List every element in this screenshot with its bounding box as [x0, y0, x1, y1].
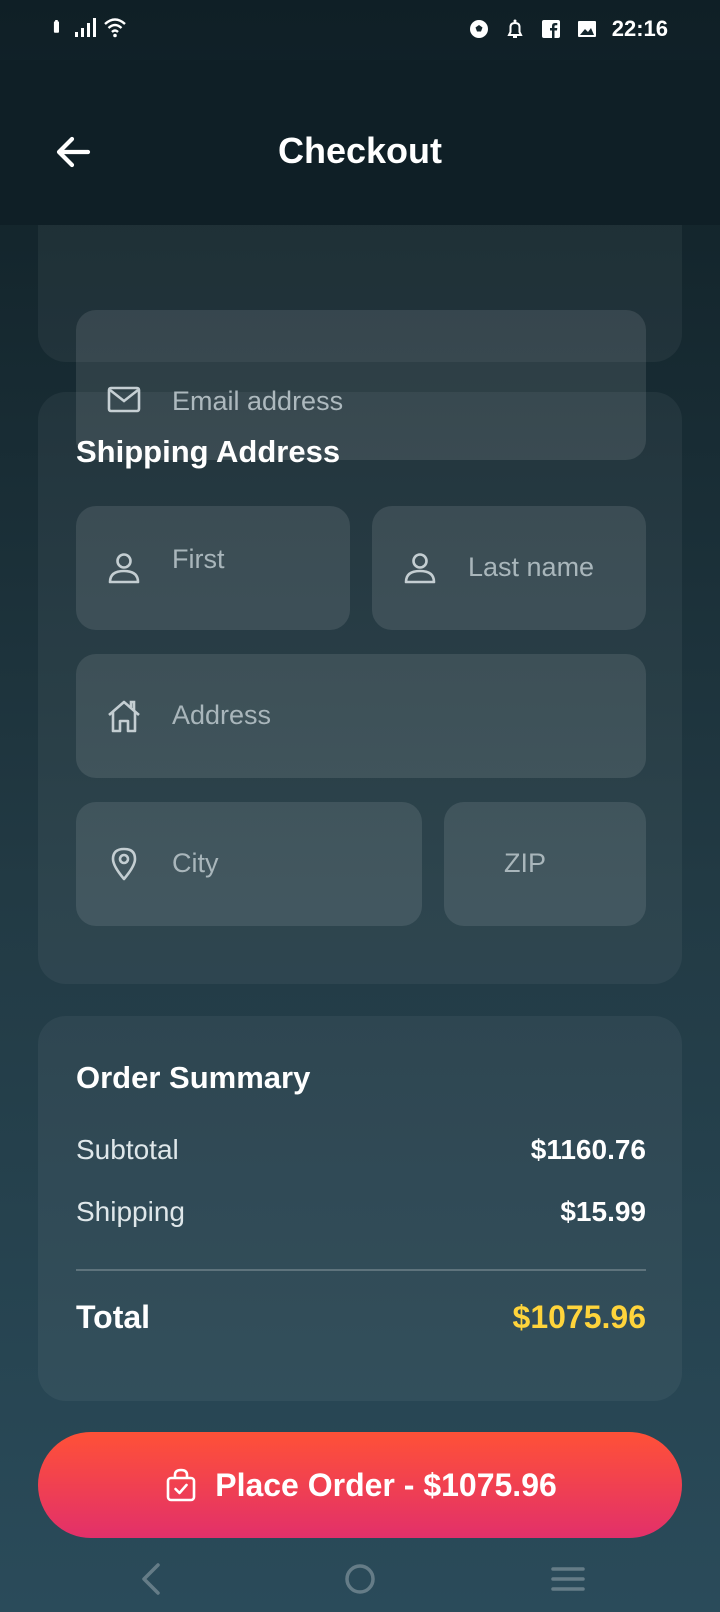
shipping-title: Shipping Address: [76, 434, 341, 469]
shipping-card: Shipping Address First Last name Address…: [38, 392, 682, 984]
wifi-icon: [104, 18, 126, 38]
status-left: [52, 16, 126, 38]
city-field[interactable]: City: [76, 802, 422, 926]
nav-back-icon[interactable]: [132, 1559, 172, 1599]
home-icon: [108, 700, 140, 733]
first-name-field[interactable]: First: [76, 506, 350, 630]
last-name-placeholder: Last name: [468, 552, 595, 582]
status-right: 22:16: [468, 16, 668, 42]
bell-icon: [507, 19, 523, 38]
nav-home-icon[interactable]: [340, 1559, 380, 1599]
shipping-value: $15.99: [560, 1196, 646, 1227]
facebook-icon: [541, 20, 560, 38]
battery-icon: [53, 20, 59, 33]
city-placeholder: City: [172, 848, 219, 878]
address-placeholder: Address: [172, 700, 272, 730]
signal-icon: [75, 18, 96, 37]
user-icon: [108, 553, 140, 584]
address-field[interactable]: Address: [76, 654, 646, 778]
first-name-placeholder: First: [172, 544, 225, 574]
gallery-icon: [577, 21, 596, 37]
total-label: Total: [76, 1299, 151, 1335]
summary-divider: [76, 1269, 646, 1271]
zip-field[interactable]: ZIP: [444, 802, 646, 926]
total-value: $1075.96: [512, 1299, 646, 1335]
page-title: Checkout: [277, 130, 443, 171]
status-time: 22:16: [611, 16, 668, 41]
order-summary-title: Order Summary: [76, 1060, 311, 1095]
shopping-bag-icon: [166, 1468, 196, 1502]
subtotal-value: $1160.76: [530, 1134, 646, 1165]
shipping-label: Shipping: [76, 1196, 185, 1227]
zip-placeholder: ZIP: [504, 848, 547, 878]
soccer-icon: [469, 20, 488, 38]
place-order-button[interactable]: Place Order - $1075.96: [38, 1432, 682, 1538]
app-bar: Checkout: [0, 60, 720, 225]
location-pin-icon: [111, 847, 137, 881]
status-bar: 22:16: [0, 0, 720, 60]
order-summary-card: Order Summary Subtotal $1160.76 Shipping…: [38, 1016, 682, 1401]
user-icon: [404, 553, 436, 584]
subtotal-label: Subtotal: [76, 1134, 179, 1165]
last-name-field[interactable]: Last name: [372, 506, 646, 630]
system-nav-bar: [0, 1545, 720, 1612]
place-order-label: Place Order - $1075.96: [215, 1466, 557, 1503]
nav-menu-icon[interactable]: [548, 1559, 588, 1599]
